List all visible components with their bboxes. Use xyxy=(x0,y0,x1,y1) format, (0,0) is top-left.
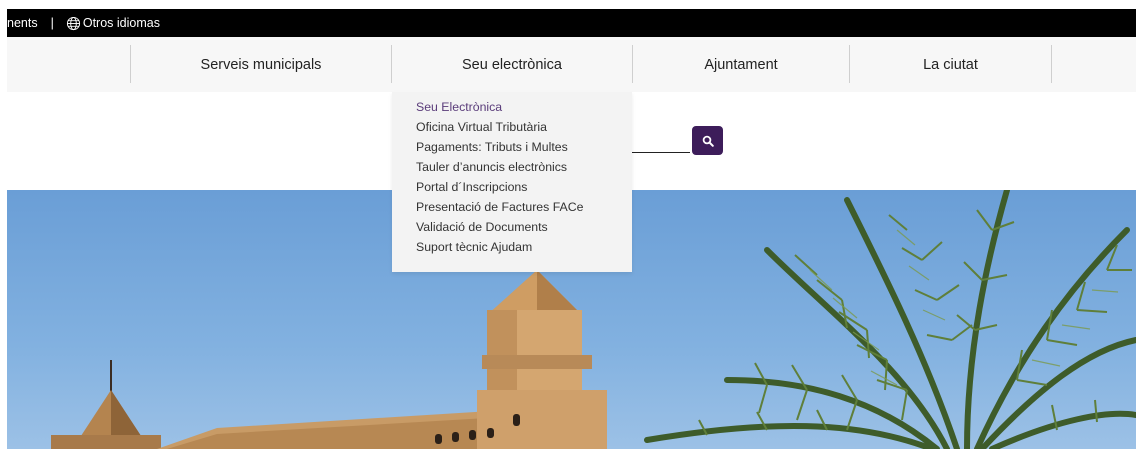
dropdown-item-presentacio-factures[interactable]: Presentació de Factures FACe xyxy=(416,200,583,214)
nav-divider xyxy=(1051,45,1052,83)
search-button[interactable] xyxy=(692,126,723,155)
search-icon xyxy=(702,135,714,147)
dropdown-item-seu-electronica[interactable]: Seu Electrònica xyxy=(416,100,502,114)
dropdown-item-suport-tecnic[interactable]: Suport tècnic Ajudam xyxy=(416,240,532,254)
top-separator: | xyxy=(50,16,54,30)
other-languages-link[interactable]: Otros idiomas xyxy=(83,16,160,30)
dropdown-item-oficina-virtual-tributaria[interactable]: Oficina Virtual Tributària xyxy=(416,120,547,134)
top-link-partial[interactable]: nents xyxy=(7,16,38,30)
top-utility-bar: nents | Otros idiomas xyxy=(7,9,1136,37)
dropdown-item-pagaments[interactable]: Pagaments: Tributs i Multes xyxy=(416,140,568,154)
main-nav: Serveis municipals Seu electrònica Ajunt… xyxy=(7,37,1136,92)
search-input[interactable] xyxy=(632,152,690,153)
dropdown-item-portal-inscripcions[interactable]: Portal d´Inscripcions xyxy=(416,180,527,194)
dropdown-item-tauler-anuncis[interactable]: Tauler d’anuncis electrònics xyxy=(416,160,567,174)
nav-item-ajuntament[interactable]: Ajuntament xyxy=(633,37,849,92)
nav-item-seu-electronica[interactable]: Seu electrònica xyxy=(392,37,632,92)
nav-item-serveis-municipals[interactable]: Serveis municipals xyxy=(131,37,391,92)
seu-electronica-dropdown: Seu Electrònica Oficina Virtual Tributàr… xyxy=(392,92,632,272)
globe-icon xyxy=(66,16,81,31)
dropdown-item-validacio-documents[interactable]: Validació de Documents xyxy=(416,220,548,234)
nav-item-la-ciutat[interactable]: La ciutat xyxy=(850,37,1051,92)
